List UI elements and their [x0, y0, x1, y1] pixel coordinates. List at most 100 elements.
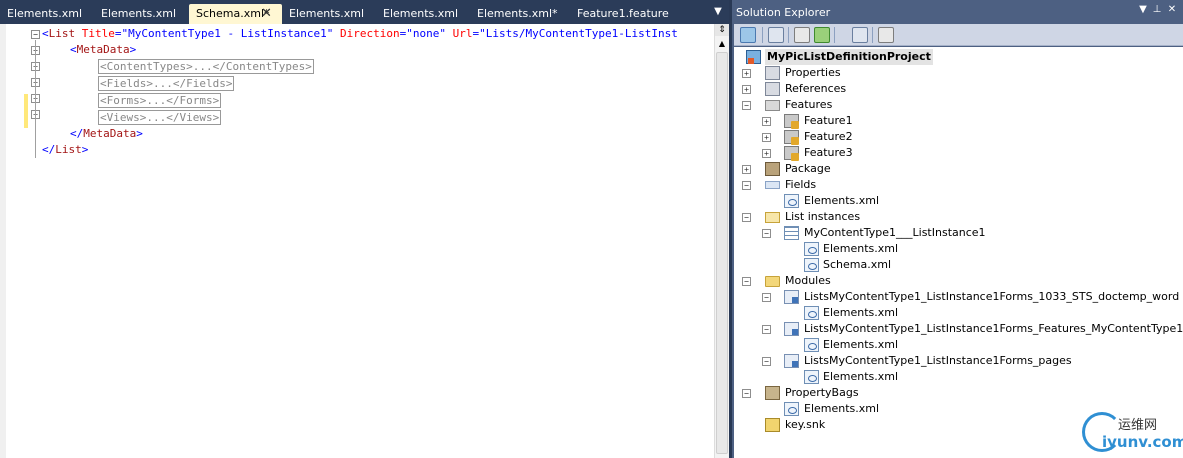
copy-icon[interactable] [794, 27, 810, 43]
tree-node-module-features-elements-xml[interactable]: Elements.xml [734, 337, 1183, 353]
chevron-down-icon[interactable]: ▼ [712, 6, 724, 18]
chevron-down-icon[interactable]: ▼ [1137, 4, 1149, 16]
refresh-icon[interactable] [814, 27, 830, 43]
solution-explorer-toolbar [734, 24, 1183, 46]
tree-label: Elements.xml [804, 402, 880, 415]
expand-icon[interactable]: + [742, 85, 751, 94]
code-line-3: <ContentTypes>...</ContentTypes> [98, 59, 314, 75]
tree-node-module-pages-elements-xml[interactable]: Elements.xml [734, 369, 1183, 385]
tab-label: Schema.xml* [196, 7, 270, 20]
tree-node-fields-elements-xml[interactable]: Elements.xml [734, 193, 1183, 209]
properties-icon [765, 66, 780, 80]
expand-icon[interactable]: + [762, 149, 771, 158]
collapse-icon[interactable]: − [762, 325, 771, 334]
tree-node-module-doctemp-elements-xml[interactable]: Elements.xml [734, 305, 1183, 321]
xml-file-icon [804, 370, 819, 384]
splitter-handle[interactable]: ⇕ [715, 24, 729, 36]
xml-attr-name: Url [452, 27, 473, 40]
code-line-8: </List> [42, 143, 89, 156]
tree-node-list-instance1[interactable]: − MyContentType1___ListInstance1 [734, 225, 1183, 241]
tab-feature1-feature[interactable]: Feature1.feature [570, 4, 670, 24]
tree-label: ListsMyContentType1_ListInstance1Forms_F… [804, 322, 1183, 335]
expand-icon[interactable]: + [742, 69, 751, 78]
tree-label: Modules [785, 274, 831, 287]
references-icon [765, 82, 780, 96]
tree-label: key.snk [785, 418, 826, 431]
xml-attr-value: "none" [406, 27, 447, 40]
properties-icon[interactable] [740, 27, 756, 43]
close-icon[interactable]: ✕ [261, 4, 272, 24]
collapse-icon[interactable]: − [742, 277, 751, 286]
collapse-icon[interactable]: − [762, 293, 771, 302]
module-icon [784, 354, 799, 368]
close-icon[interactable]: ✕ [1166, 4, 1178, 16]
tree-node-package[interactable]: + Package [734, 161, 1183, 177]
tree-node-fields[interactable]: − Fields [734, 177, 1183, 193]
tree-node-module-features[interactable]: − ListsMyContentType1_ListInstance1Forms… [734, 321, 1183, 337]
tree-label: Elements.xml [804, 194, 880, 207]
tab-elements-xml-2[interactable]: Elements.xml [94, 4, 182, 24]
tree-label: Elements.xml [823, 338, 899, 351]
code-line-6: <Views>...</Views> [98, 110, 222, 126]
tab-elements-xml-4[interactable]: Elements.xml [376, 4, 464, 24]
tree-node-feature3[interactable]: + Feature3 [734, 145, 1183, 161]
tab-label: Elements.xml [383, 7, 459, 20]
collapse-icon[interactable]: − [762, 229, 771, 238]
toolbar-separator [834, 27, 835, 43]
collapse-icon[interactable]: − [31, 30, 40, 39]
collapsed-region[interactable]: <Fields>...</Fields> [98, 76, 235, 91]
vertical-scrollbar[interactable]: ⇕ ▲ [714, 24, 729, 458]
fields-icon [765, 181, 780, 189]
expand-icon[interactable]: + [762, 133, 771, 142]
xml-tag: List [48, 27, 76, 40]
tree-node-features[interactable]: − Features [734, 97, 1183, 113]
collapse-icon[interactable]: − [742, 389, 751, 398]
tree-label: MyContentType1___ListInstance1 [804, 226, 986, 239]
collapsed-region[interactable]: <Forms>...</Forms> [98, 93, 222, 108]
xml-attr-value: "Lists/MyContentType1-ListInst [479, 27, 678, 40]
tree-label: Feature2 [804, 130, 853, 143]
collapse-icon[interactable]: − [742, 101, 751, 110]
tree-node-properties[interactable]: + Properties [734, 65, 1183, 81]
scroll-thumb[interactable] [716, 52, 728, 454]
tree-label: ListsMyContentType1_ListInstance1Forms_1… [804, 290, 1180, 303]
collapsed-region[interactable]: <Views>...</Views> [98, 110, 222, 125]
tree-node-modules[interactable]: − Modules [734, 273, 1183, 289]
tree-label: Package [785, 162, 831, 175]
tree-node-list-instances[interactable]: − List instances [734, 209, 1183, 225]
expand-icon[interactable]: + [762, 117, 771, 126]
expand-icon[interactable]: + [742, 165, 751, 174]
pin-icon[interactable]: ⊥ [1151, 4, 1163, 16]
module-icon [784, 322, 799, 336]
tree-node-feature2[interactable]: + Feature2 [734, 129, 1183, 145]
tab-elements-xml-3[interactable]: Elements.xml [282, 4, 370, 24]
scroll-up-icon[interactable]: ▲ [717, 38, 727, 50]
tree-node-schema-xml[interactable]: Schema.xml [734, 257, 1183, 273]
view-code-icon[interactable] [852, 27, 868, 43]
panel-title: Solution Explorer [736, 6, 831, 19]
package-icon [765, 162, 780, 176]
folder-open-icon [765, 212, 780, 223]
tree-label: Feature3 [804, 146, 853, 159]
code-area[interactable]: − − + + + + <List Title="MyContentType1 … [0, 24, 714, 458]
watermark-url: iyunv.com [1102, 433, 1183, 451]
collapse-icon[interactable]: − [762, 357, 771, 366]
view-designer-icon[interactable] [878, 27, 894, 43]
collapse-icon[interactable]: − [742, 181, 751, 190]
collapse-icon[interactable]: − [742, 213, 751, 222]
code-line-2: <MetaData> [70, 43, 137, 56]
tab-schema-xml[interactable]: Schema.xml* ✕ [189, 4, 282, 24]
xml-attr-name: Title [81, 27, 115, 40]
tab-elements-xml-1[interactable]: Elements.xml [0, 4, 88, 24]
tree-node-module-pages[interactable]: − ListsMyContentType1_ListInstance1Forms… [734, 353, 1183, 369]
tree-node-module-doctemp[interactable]: − ListsMyContentType1_ListInstance1Forms… [734, 289, 1183, 305]
tree-label: Schema.xml [823, 258, 892, 271]
tree-node-feature1[interactable]: + Feature1 [734, 113, 1183, 129]
tree-node-list-elements-xml[interactable]: Elements.xml [734, 241, 1183, 257]
tree-node-property-bags[interactable]: − PropertyBags [734, 385, 1183, 401]
show-all-files-icon[interactable] [768, 27, 784, 43]
toolbar-separator [788, 27, 789, 43]
tab-elements-xml-5[interactable]: Elements.xml* [470, 4, 562, 24]
collapsed-region[interactable]: <ContentTypes>...</ContentTypes> [98, 59, 314, 74]
tree-node-references[interactable]: + References [734, 81, 1183, 97]
